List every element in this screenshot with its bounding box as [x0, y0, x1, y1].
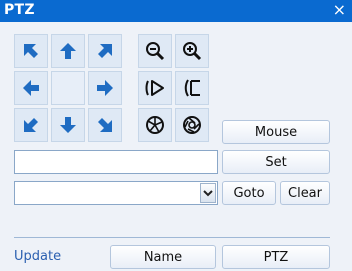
zoom-in-button[interactable]	[175, 34, 209, 68]
pan-left-button[interactable]	[14, 71, 48, 105]
zoom-out-icon	[146, 42, 165, 61]
iris-close-button[interactable]	[175, 108, 209, 142]
goto-button[interactable]: Goto	[222, 181, 276, 205]
focus-near-button[interactable]	[175, 71, 209, 105]
arrow-down-right-icon	[98, 118, 112, 132]
clear-button[interactable]: Clear	[280, 181, 330, 205]
zoom-in-icon	[183, 42, 202, 61]
focus-far-icon	[145, 80, 164, 96]
focus-near-icon	[184, 79, 200, 97]
mouse-button[interactable]: Mouse	[222, 120, 330, 144]
arrow-up-right-icon	[98, 44, 112, 58]
divider	[14, 237, 330, 238]
preset-name-input[interactable]	[14, 150, 218, 174]
pan-up-right-button[interactable]	[88, 34, 122, 68]
pan-up-left-button[interactable]	[14, 34, 48, 68]
center-button[interactable]	[51, 71, 85, 105]
window-title: PTZ	[4, 2, 35, 18]
arrow-up-left-icon	[24, 44, 38, 58]
name-button[interactable]: Name	[110, 245, 216, 269]
close-icon[interactable]: ×	[333, 1, 346, 19]
arrow-right-icon	[97, 80, 113, 96]
iris-open-icon	[146, 116, 164, 134]
arrow-down-icon	[60, 117, 76, 133]
pan-right-button[interactable]	[88, 71, 122, 105]
tilt-up-button[interactable]	[51, 34, 85, 68]
ptz-button[interactable]: PTZ	[222, 245, 330, 269]
iris-open-button[interactable]	[138, 108, 172, 142]
iris-close-icon	[183, 116, 201, 134]
zoom-out-button[interactable]	[138, 34, 172, 68]
arrow-left-icon	[23, 80, 39, 96]
arrow-up-icon	[60, 43, 76, 59]
tilt-down-button[interactable]	[51, 108, 85, 142]
update-link[interactable]: Update	[14, 249, 61, 264]
chevron-down-icon[interactable]	[200, 183, 216, 203]
focus-far-button[interactable]	[138, 71, 172, 105]
arrow-down-left-icon	[24, 118, 38, 132]
pan-down-left-button[interactable]	[14, 108, 48, 142]
pan-down-right-button[interactable]	[88, 108, 122, 142]
title-bar: PTZ ×	[0, 0, 352, 22]
set-button[interactable]: Set	[222, 150, 330, 174]
ptz-panel: Mouse Set Goto Clear Update Name PTZ	[0, 22, 352, 271]
preset-select[interactable]	[14, 181, 218, 205]
